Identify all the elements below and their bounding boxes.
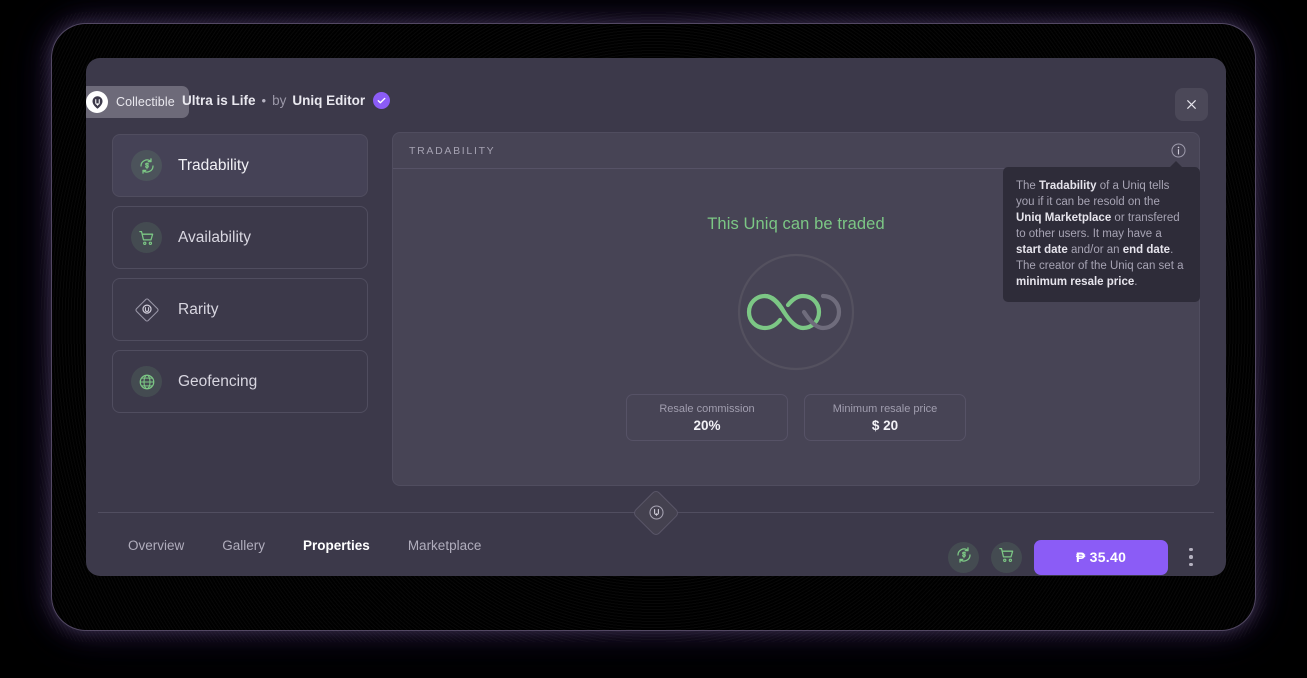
kebab-dot (1189, 547, 1193, 552)
trade-dollar-icon (955, 546, 973, 569)
sidebar-item-label: Geofencing (178, 372, 258, 390)
stat-value: $ 20 (871, 417, 899, 433)
close-button[interactable] (1175, 88, 1208, 121)
tradability-tooltip: The Tradability of a Uniq tells you if i… (1003, 161, 1200, 302)
modal-header: Collectible Ultra is Life • by Uniq Edit… (86, 58, 1226, 132)
uniq-title-line: Ultra is Life • by Uniq Editor (182, 92, 391, 109)
close-icon (1185, 98, 1198, 111)
tooltip-text: . (1134, 276, 1138, 288)
sidebar-item-tradability[interactable]: Tradability (112, 134, 368, 197)
trade-button[interactable] (948, 541, 979, 573)
tradability-panel: TRADABILITY The Tradability of a Uniq te… (392, 132, 1200, 486)
buy-price-button[interactable]: ₱ 35.40 (1034, 539, 1168, 575)
kebab-dot (1189, 562, 1193, 567)
tab-properties[interactable]: Properties (301, 532, 372, 577)
panel-title: TRADABILITY (409, 144, 496, 157)
tooltip-text: . (1170, 244, 1174, 256)
sidebar-item-geofencing[interactable]: Geofencing (112, 350, 368, 413)
verified-check-icon (373, 92, 391, 109)
infinity-icon (732, 248, 860, 376)
sidebar-item-label: Tradability (178, 156, 249, 174)
title-separator: • (261, 93, 267, 108)
tooltip-paragraph-1: The Tradability of a Uniq tells you if i… (1016, 178, 1187, 258)
screen: Collectible Ultra is Life • by Uniq Edit… (0, 0, 1307, 678)
tab-marketplace[interactable]: Marketplace (406, 532, 484, 577)
more-vertical-icon[interactable] (1182, 542, 1200, 572)
ultra-logo-icon (86, 91, 108, 113)
stat-resale-commission: Resale commission 20% (626, 394, 788, 441)
tooltip-text-bold: Uniq Marketplace (1016, 212, 1112, 224)
tooltip-text: The creator of the Uniq can set a (1016, 260, 1184, 272)
tooltip-text-bold: Tradability (1039, 180, 1097, 192)
kebab-dot (1189, 555, 1193, 559)
shopping-cart-icon (131, 222, 162, 253)
tab-overview[interactable]: Overview (126, 532, 186, 577)
tooltip-text-bold: end date (1122, 244, 1171, 256)
collectible-badge: Collectible (86, 86, 189, 118)
shopping-cart-icon (998, 546, 1016, 569)
author-name[interactable]: Uniq Editor (292, 93, 365, 108)
globe-icon (131, 366, 162, 397)
sidebar-item-label: Availability (178, 228, 251, 246)
tooltip-text: and/or an (1067, 244, 1123, 256)
tooltip-arrow (1170, 161, 1182, 167)
footer-actions: ₱ 35.40 (948, 539, 1200, 575)
properties-sidebar: Tradability Availability Rarity Geofenci… (112, 132, 368, 486)
uniq-detail-modal: Collectible Ultra is Life • by Uniq Edit… (86, 58, 1226, 576)
tradability-stats: Resale commission 20% Minimum resale pri… (626, 394, 966, 441)
tooltip-paragraph-2: The creator of the Uniq can set a minimu… (1016, 258, 1187, 290)
sidebar-item-label: Rarity (178, 300, 219, 318)
add-to-cart-button[interactable] (991, 541, 1022, 573)
uniq-name: Ultra is Life (182, 93, 256, 108)
tooltip-text-bold: start date (1016, 244, 1068, 256)
modal-body: Tradability Availability Rarity Geofenci… (86, 132, 1226, 486)
stat-label: Minimum resale price (832, 402, 938, 415)
by-label: by (272, 93, 287, 108)
tooltip-text: The (1016, 180, 1040, 192)
tradability-status-text: This Uniq can be traded (707, 215, 885, 233)
stat-label: Resale commission (659, 402, 755, 415)
trade-dollar-icon (131, 150, 162, 181)
stat-value: 20% (693, 417, 721, 433)
sidebar-item-availability[interactable]: Availability (112, 206, 368, 269)
stat-minimum-resale-price: Minimum resale price $ 20 (804, 394, 966, 441)
tab-gallery[interactable]: Gallery (220, 532, 267, 577)
footer-tabs: Overview Gallery Properties Marketplace (112, 532, 483, 577)
tooltip-text-bold: minimum resale price (1016, 276, 1135, 288)
sidebar-item-rarity[interactable]: Rarity (112, 278, 368, 341)
modal-footer: Overview Gallery Properties Marketplace (86, 513, 1226, 576)
rarity-diamond-icon (131, 294, 162, 325)
info-circle-icon[interactable] (1170, 142, 1187, 159)
panel-header: TRADABILITY (393, 133, 1199, 169)
collectible-badge-label: Collectible (116, 95, 175, 109)
